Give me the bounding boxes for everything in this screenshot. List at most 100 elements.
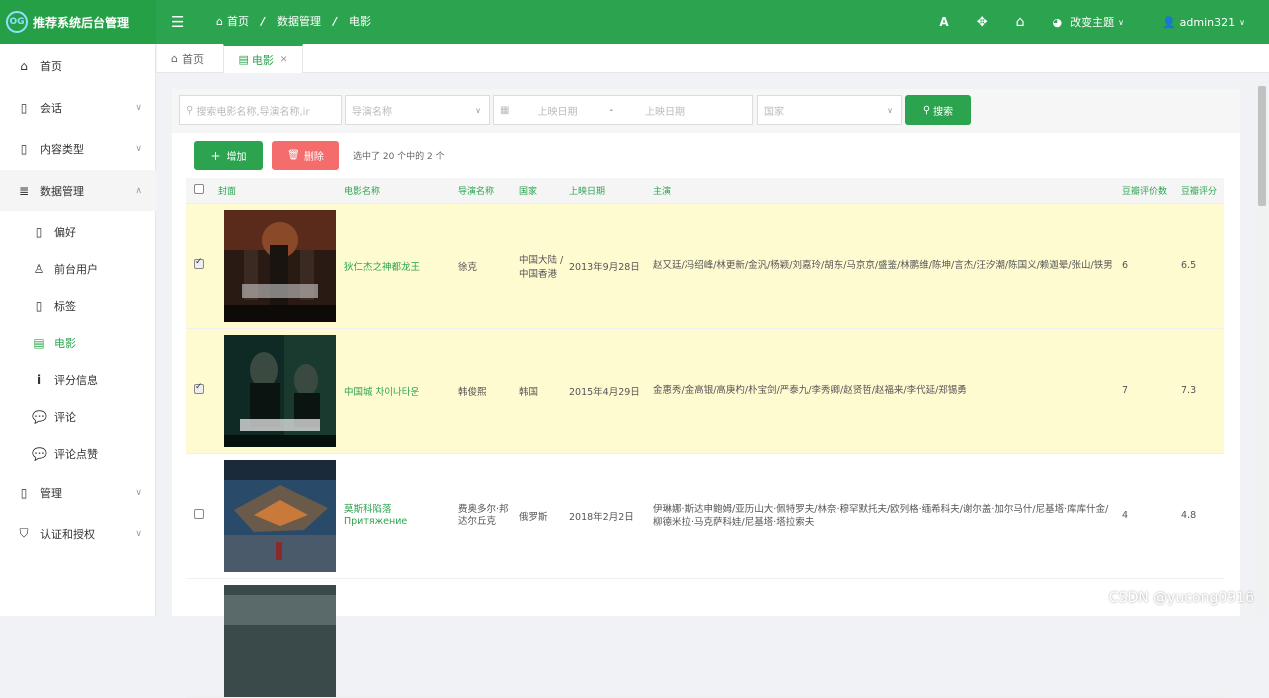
table-row[interactable]: 狄仁杰之神都龙王 徐克 中国大陆 / 中国香港 2013年9月28日 赵又廷/冯… — [186, 203, 1224, 328]
delete-button[interactable]: 🗑 删除 — [272, 141, 339, 170]
user-dropdown[interactable]: 👤 admin321 ∨ — [1162, 16, 1245, 29]
breadcrumb-home[interactable]: 首页 — [227, 13, 249, 29]
movie-name-cell[interactable]: 中国城 차이나타운 — [344, 328, 458, 453]
tab-movie[interactable]: ▤电影✕ — [223, 44, 303, 73]
column-header-director[interactable]: 导演名称 — [458, 178, 519, 203]
breadcrumb-data-manage[interactable]: 数据管理 — [277, 13, 321, 29]
country-cell: 俄罗斯 — [519, 453, 569, 578]
sidebar-item-auth[interactable]: ⛉ 认证和授权 ∨ — [0, 513, 156, 554]
country-select[interactable]: 国家∨ — [757, 95, 902, 125]
table-header-row: 封面 电影名称 导演名称 国家 上映日期 主演 豆瓣评价数 豆瓣评分 — [186, 178, 1224, 203]
sidebar-item-content-type[interactable]: ▯内容类型∨ — [0, 128, 156, 169]
votes-cell: 6 — [1122, 203, 1181, 328]
sidebar-item-movie[interactable]: ▤ 电影 — [0, 322, 156, 363]
tab-home[interactable]: ⌂首页 — [171, 44, 204, 73]
close-icon[interactable]: ✕ — [280, 55, 288, 65]
chevron-down-icon: ∨ — [135, 144, 142, 154]
sidebar-item-label: 电影 — [54, 335, 76, 351]
date-end-placeholder: 上映日期 — [645, 103, 685, 118]
table-row[interactable]: 中国城 차이나타운 韩俊熙 韩国 2015年4月29日 金惠秀/金高银/高庚杓/… — [186, 328, 1224, 453]
row-checkbox[interactable] — [194, 509, 204, 519]
search-bar: ⚲搜索电影名称,导演名称,ir 导演名称∨ ▦上映日期-上映日期 国家∨ ⚲搜索 — [172, 89, 1240, 133]
font-size-button[interactable]: A — [939, 15, 948, 29]
country-cell: 韩国 — [519, 328, 569, 453]
tab-label: 电影 — [252, 52, 274, 68]
sidebar-item-label: 评论点赞 — [54, 446, 98, 462]
app-logo[interactable]: OG 推荐系统后台管理 — [0, 0, 156, 44]
movie-poster-image[interactable] — [224, 335, 336, 447]
sidebar-item-manage[interactable]: ▯管理∨ — [0, 472, 156, 513]
add-button[interactable]: +增加 — [194, 141, 263, 170]
sidebar-item-label: 认证和授权 — [40, 526, 95, 542]
sidebar-item-home[interactable]: ⌂首页 — [0, 45, 156, 86]
release-date-cell: 2013年9月28日 — [569, 203, 653, 328]
comment-icon: 💬 — [32, 410, 46, 424]
search-button[interactable]: ⚲搜索 — [905, 95, 971, 125]
home-icon: ⌂ — [216, 15, 223, 28]
theme-label: 改变主题 — [1070, 14, 1114, 30]
chevron-down-icon: ∨ — [1239, 18, 1245, 27]
user-label: admin321 — [1180, 16, 1235, 29]
table-row[interactable]: 莫斯科陷落 Притяжение 费奥多尔·邦达尔丘克 俄罗斯 2018年2月2… — [186, 453, 1224, 578]
cover-cell — [208, 328, 344, 453]
sidebar-item-comment[interactable]: 💬评论 — [0, 396, 156, 437]
sidebar-item-rating[interactable]: i 评分信息 — [0, 359, 156, 400]
breadcrumb-movie: 电影 — [349, 13, 371, 29]
film-icon: ▤ — [32, 336, 46, 350]
sidebar-item-label: 管理 — [40, 485, 62, 501]
scrollbar-thumb[interactable] — [1258, 86, 1266, 206]
movie-name-cell[interactable]: 狄仁杰之神都龙王 — [344, 203, 458, 328]
date-range-picker[interactable]: ▦上映日期-上映日期 — [493, 95, 753, 125]
sidebar-item-label: 评分信息 — [54, 372, 98, 388]
sidebar-item-tag[interactable]: ▯标签 — [0, 285, 156, 326]
calendar-icon: ▦ — [500, 105, 509, 116]
comment-icon: 💬 — [32, 447, 46, 461]
info-icon: i — [32, 373, 46, 387]
column-header-score[interactable]: 豆瓣评分 — [1181, 178, 1224, 203]
row-checkbox[interactable] — [194, 259, 204, 269]
theme-dropdown[interactable]: ◕ 改变主题 ∨ — [1053, 14, 1124, 30]
movie-poster-image[interactable] — [224, 210, 336, 322]
sidebar-item-label: 偏好 — [54, 224, 76, 240]
sidebar-item-front-user[interactable]: ♙前台用户 — [0, 248, 156, 289]
column-header-votes[interactable]: 豆瓣评价数 — [1122, 178, 1181, 203]
movie-name-cell[interactable]: 莫斯科陷落 Притяжение — [344, 453, 458, 578]
keyword-search-input[interactable]: ⚲搜索电影名称,导演名称,ir — [179, 95, 342, 125]
sidebar-item-data-manage[interactable]: ≣数据管理∧ — [0, 170, 156, 211]
plus-icon: + — [210, 149, 220, 163]
movie-poster-image[interactable] — [224, 460, 336, 572]
row-checkbox[interactable] — [194, 384, 204, 394]
column-header-cover[interactable]: 封面 — [208, 178, 344, 203]
column-header-country[interactable]: 国家 — [519, 178, 569, 203]
director-select[interactable]: 导演名称∨ — [345, 95, 490, 125]
fullscreen-icon[interactable]: ✥ — [977, 15, 988, 30]
cover-cell — [208, 578, 344, 697]
selection-hint: 选中了 20 个中的 2 个 — [353, 149, 445, 162]
breadcrumb-separator: / — [333, 15, 337, 28]
actors-cell: 赵又廷/冯绍峰/林更新/金汎/杨颖/刘嘉玲/胡东/马京京/盛鉴/林鹏维/陈坤/言… — [653, 203, 1122, 328]
chevron-down-icon: ∨ — [135, 529, 142, 539]
cover-cell — [208, 203, 344, 328]
trash-icon: 🗑 — [287, 150, 300, 161]
column-header-actors[interactable]: 主演 — [653, 178, 1122, 203]
file-icon: ▯ — [17, 142, 31, 156]
user-icon: 👤 — [1162, 16, 1176, 29]
shield-icon: ⛉ — [17, 526, 31, 541]
column-header-name[interactable]: 电影名称 — [344, 178, 458, 203]
sidebar-item-session[interactable]: ▯会话∨ — [0, 87, 156, 128]
home-icon[interactable]: ⌂ — [1016, 14, 1025, 30]
director-cell: 费奥多尔·邦达尔丘克 — [458, 453, 519, 578]
movie-poster-image[interactable] — [224, 585, 336, 697]
delete-button-label: 删除 — [304, 148, 324, 163]
sidebar-item-preference[interactable]: ▯偏好 — [0, 211, 156, 252]
select-all-checkbox[interactable] — [194, 184, 204, 194]
sidebar-item-comment-like[interactable]: 💬 评论点赞 — [0, 433, 156, 474]
table-row[interactable] — [186, 578, 1224, 697]
country-cell: 中国大陆 / 中国香港 — [519, 203, 569, 328]
chevron-up-icon: ∧ — [135, 186, 142, 196]
page-scrollbar[interactable] — [1257, 86, 1267, 616]
app-title: 推荐系统后台管理 — [33, 14, 129, 31]
file-icon: ▯ — [17, 486, 31, 500]
menu-toggle-icon[interactable]: ☰ — [171, 13, 184, 31]
column-header-date[interactable]: 上映日期 — [569, 178, 653, 203]
